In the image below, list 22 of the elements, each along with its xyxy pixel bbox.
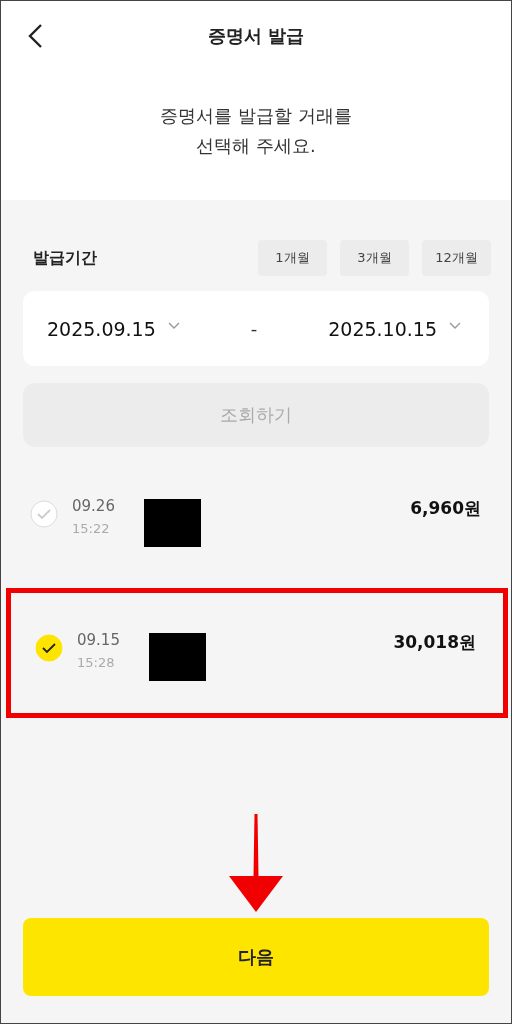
period-label: 발급기간: [33, 247, 97, 269]
transaction-time: 15:28: [77, 655, 116, 670]
page-title: 증명서 발급: [207, 24, 305, 48]
period-chip[interactable]: 12개월: [422, 240, 491, 276]
end-date-picker[interactable]: 2025.10.15: [328, 317, 461, 340]
period-chip[interactable]: 1개월: [258, 240, 327, 276]
check-icon[interactable]: [35, 634, 63, 662]
instruction-text: 선택해 주세요.: [196, 134, 316, 158]
check-icon[interactable]: [30, 500, 58, 528]
period-chip[interactable]: 3개월: [340, 240, 409, 276]
transaction-date: 09.26: [72, 497, 116, 515]
transaction-time: 15:22: [72, 521, 111, 536]
back-icon[interactable]: [27, 23, 43, 49]
instruction-text: 증명서를 발급할 거래를: [160, 104, 352, 128]
chevron-down-icon: [167, 321, 180, 330]
chevron-down-icon: [449, 321, 461, 330]
start-date-picker[interactable]: 2025.09.15: [47, 317, 180, 340]
next-button[interactable]: 다음: [23, 918, 489, 996]
transaction-date: 09.15: [77, 631, 121, 649]
transaction-amount: 30,018원: [393, 631, 476, 654]
transaction-amount: 6,960원: [410, 497, 481, 520]
separator: -: [250, 318, 258, 339]
